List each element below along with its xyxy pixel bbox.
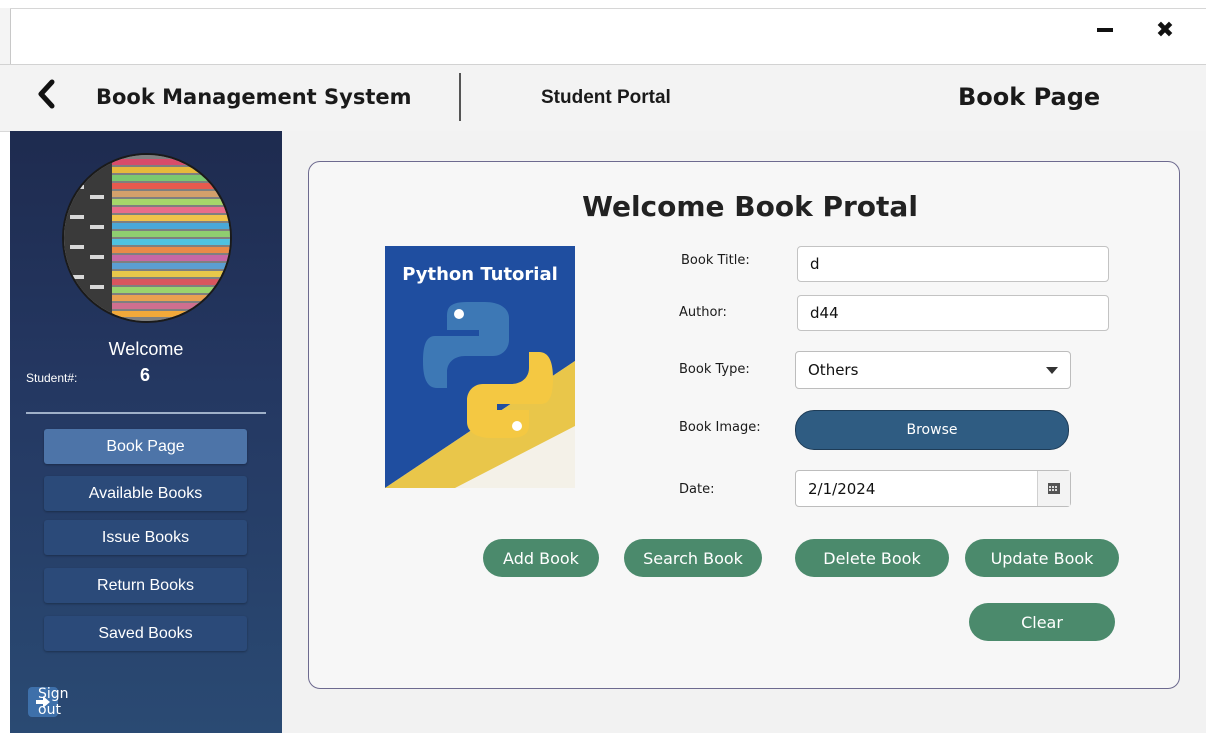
book-cover-caption: Python Tutorial (402, 264, 558, 285)
nav-book-page[interactable]: Book Page (44, 429, 247, 464)
calendar-icon[interactable] (1037, 471, 1070, 506)
python-logo-icon: Python Tutorial (385, 246, 575, 488)
sidebar: Welcome Student#: 6 Book Page Available … (10, 131, 282, 733)
nav-return-books[interactable]: Return Books (44, 568, 247, 603)
nav-available-books[interactable]: Available Books (44, 476, 247, 511)
header-divider (459, 73, 461, 121)
delete-book-button[interactable]: Delete Book (795, 539, 949, 577)
app-header: Book Management System Student Portal Bo… (0, 64, 1206, 132)
book-title-input[interactable]: d (797, 246, 1109, 282)
portal-title: Student Portal (541, 87, 671, 108)
date-label: Date: (679, 482, 715, 497)
book-type-select[interactable]: Others (795, 351, 1071, 389)
book-cover-image: Python Tutorial (385, 246, 575, 488)
date-value: 2/1/2024 (808, 479, 876, 498)
book-image-label: Book Image: (679, 420, 761, 435)
author-label: Author: (679, 305, 727, 320)
back-button[interactable] (36, 79, 56, 109)
page-title: Book Page (958, 83, 1101, 111)
search-book-button[interactable]: Search Book (624, 539, 762, 577)
app-title: Book Management System (96, 85, 412, 109)
nav-issue-books[interactable]: Issue Books (44, 520, 247, 555)
main-area: Welcome Book Protal Python Tutorial Book… (282, 131, 1206, 733)
bookshelf-image (64, 155, 230, 321)
window-titlebar: ✖ (0, 0, 1216, 64)
chevron-down-icon (1046, 366, 1058, 374)
minimize-button[interactable] (1090, 12, 1120, 48)
window-edge (0, 8, 11, 64)
student-number: 6 (140, 365, 151, 385)
nav-saved-books[interactable]: Saved Books (44, 616, 247, 651)
minimize-icon (1097, 28, 1113, 32)
author-input[interactable]: d44 (797, 295, 1109, 331)
update-book-button[interactable]: Update Book (965, 539, 1119, 577)
close-button[interactable]: ✖ (1150, 12, 1180, 48)
signout-button[interactable]: Sign out (28, 686, 69, 718)
welcome-text: Welcome (108, 339, 184, 359)
signout-label: Sign out (38, 686, 69, 718)
book-type-label: Book Type: (679, 362, 750, 377)
chevron-left-icon (38, 79, 55, 109)
book-type-value: Others (808, 361, 859, 379)
date-picker[interactable]: 2/1/2024 (795, 470, 1071, 507)
sidebar-divider (26, 412, 266, 414)
book-title-label: Book Title: (681, 253, 750, 268)
titlebar-divider (10, 8, 1206, 9)
book-form-card: Welcome Book Protal Python Tutorial Book… (308, 161, 1180, 689)
browse-button[interactable]: Browse (795, 410, 1069, 450)
avatar (62, 153, 232, 323)
add-book-button[interactable]: Add Book (483, 539, 599, 577)
student-label: Student#: (26, 371, 78, 385)
form-title: Welcome Book Protal (582, 190, 918, 223)
clear-button[interactable]: Clear (969, 603, 1115, 641)
